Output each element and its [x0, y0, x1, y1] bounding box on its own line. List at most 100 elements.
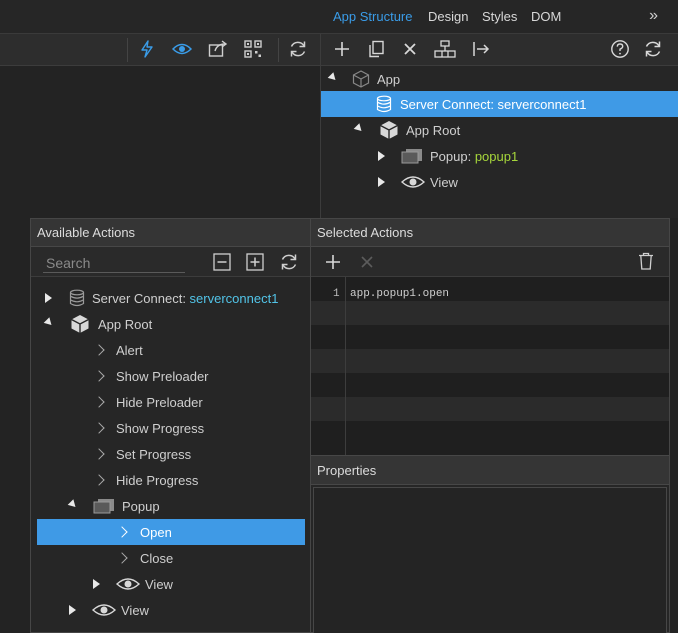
expand-toggle[interactable]	[327, 72, 339, 83]
database-icon	[376, 95, 392, 113]
share-icon[interactable]	[207, 38, 229, 60]
action-label: Popup	[122, 498, 160, 514]
structure-toolbar	[320, 34, 678, 66]
chevron-right-icon	[93, 448, 105, 460]
tree-item-label: App Root	[406, 122, 461, 138]
popup-icon	[93, 498, 115, 514]
action-label: Show Progress	[116, 420, 205, 436]
action-item-server-connect[interactable]: Server Connect: serverconnect1	[37, 285, 305, 311]
collapse-all-icon[interactable]	[213, 253, 231, 271]
help-icon[interactable]	[609, 38, 631, 60]
add-icon[interactable]	[325, 254, 341, 270]
search-input[interactable]	[43, 253, 185, 273]
refresh-icon[interactable]	[642, 38, 664, 60]
action-label: View	[145, 576, 173, 592]
export-icon[interactable]	[470, 38, 492, 60]
expand-all-icon[interactable]	[246, 253, 264, 271]
action-label: App Root	[98, 316, 153, 332]
remove-icon[interactable]	[360, 255, 374, 269]
copy-icon[interactable]	[365, 38, 387, 60]
tree-item-app[interactable]: App	[321, 66, 678, 92]
editor-line	[311, 301, 669, 325]
action-item-open[interactable]: Open	[37, 519, 305, 545]
app-structure-tree: App Server Connect: serverconnect1 App R…	[320, 66, 678, 218]
expand-toggle[interactable]	[43, 317, 55, 328]
refresh-icon[interactable]	[279, 252, 299, 272]
action-item-close[interactable]: Close	[37, 545, 305, 571]
action-item-app-root[interactable]: App Root	[37, 311, 305, 337]
canvas-toolbar	[0, 34, 320, 66]
action-label: Alert	[116, 342, 143, 358]
editor-line: 1 app.popup1.open	[311, 277, 669, 301]
action-label: Server Connect:	[92, 290, 190, 306]
collapse-toggle[interactable]	[69, 605, 76, 615]
chevron-right-icon	[93, 474, 105, 486]
hierarchy-icon[interactable]	[434, 38, 456, 60]
tree-item-view[interactable]: View	[321, 169, 678, 195]
tree-item-value: serverconnect1	[497, 96, 587, 112]
editor-gutter-divider	[345, 277, 346, 455]
delete-icon[interactable]	[399, 38, 421, 60]
lightning-icon[interactable]	[136, 38, 158, 60]
editor-line	[311, 349, 669, 373]
properties-panel	[313, 487, 667, 633]
selected-actions-panel: Selected Actions 1 app.popup1.open Prope…	[311, 218, 670, 633]
action-code[interactable]: app.popup1.open	[350, 288, 449, 300]
action-label: Hide Preloader	[116, 394, 203, 410]
tree-item-label: View	[430, 174, 458, 190]
cube-icon	[378, 119, 400, 141]
search-bar	[31, 247, 310, 277]
tab-design[interactable]: Design	[428, 9, 468, 24]
chevron-right-icon	[93, 422, 105, 434]
action-item[interactable]: Alert	[37, 337, 305, 363]
eye-icon	[92, 603, 116, 617]
code-editor[interactable]: 1 app.popup1.open	[311, 277, 669, 455]
toolbar-divider	[278, 38, 279, 62]
action-item[interactable]: Set Progress	[37, 441, 305, 467]
database-icon	[69, 289, 85, 307]
action-item[interactable]: Show Progress	[37, 415, 305, 441]
collapse-toggle[interactable]	[378, 177, 385, 187]
collapse-toggle[interactable]	[93, 579, 100, 589]
eye-icon	[401, 175, 425, 189]
refresh-icon[interactable]	[287, 38, 309, 60]
cube-outline-icon	[351, 69, 371, 89]
action-label: Set Progress	[116, 446, 192, 462]
expand-toggle[interactable]	[67, 499, 79, 510]
chevron-right-icon	[93, 370, 105, 382]
action-item[interactable]: Show Preloader	[37, 363, 305, 389]
action-label: Show Preloader	[116, 368, 209, 384]
tab-dom[interactable]: DOM	[531, 9, 561, 24]
tree-item-value: popup1	[474, 148, 519, 164]
more-tabs-button[interactable]: »	[649, 7, 658, 25]
cube-icon	[69, 313, 91, 335]
design-canvas[interactable]	[0, 66, 320, 218]
trash-icon[interactable]	[638, 252, 654, 270]
tree-item-label: Popup:	[430, 148, 475, 164]
action-item-view[interactable]: View	[37, 571, 305, 597]
collapse-toggle[interactable]	[378, 151, 385, 161]
editor-line	[311, 397, 669, 421]
action-label: View	[121, 602, 149, 618]
action-label: Hide Progress	[116, 472, 199, 488]
action-item-popup[interactable]: Popup	[37, 493, 305, 519]
tab-app-structure[interactable]: App Structure	[333, 9, 413, 24]
qr-code-icon[interactable]	[242, 38, 264, 60]
collapse-toggle[interactable]	[45, 293, 52, 303]
expand-toggle[interactable]	[353, 123, 365, 134]
tree-item-label: App	[377, 71, 401, 87]
eye-icon[interactable]	[171, 38, 193, 60]
action-item-view[interactable]: View	[37, 597, 305, 623]
tree-item-app-root[interactable]: App Root	[321, 117, 678, 143]
action-item[interactable]: Hide Preloader	[37, 389, 305, 415]
panel-title: Selected Actions	[311, 219, 669, 247]
tree-item-popup[interactable]: Popup: popup1	[321, 143, 678, 169]
add-icon[interactable]	[331, 38, 353, 60]
panel-title: Available Actions	[31, 219, 310, 247]
tab-styles[interactable]: Styles	[482, 9, 517, 24]
chevron-right-icon	[116, 552, 128, 564]
action-item[interactable]: Hide Progress	[37, 467, 305, 493]
tree-item-server-connect[interactable]: Server Connect: serverconnect1	[321, 91, 678, 117]
